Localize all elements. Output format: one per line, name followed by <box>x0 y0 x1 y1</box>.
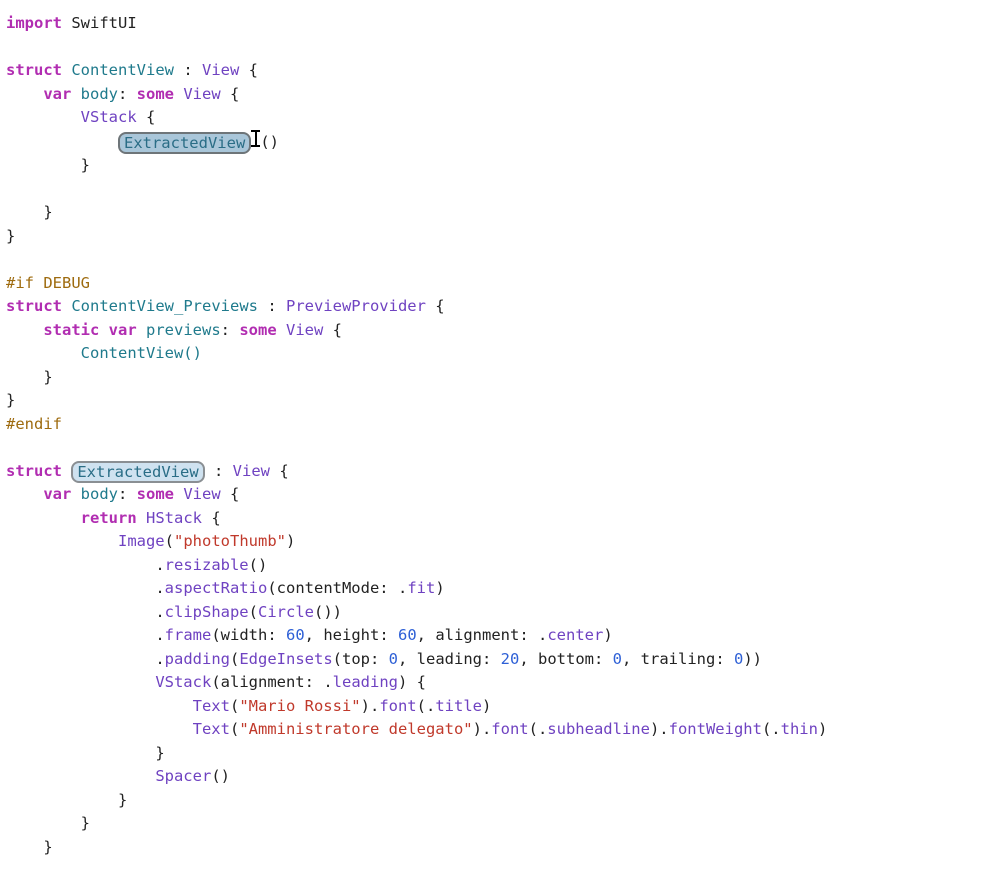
keyword-static: static <box>43 321 99 339</box>
type-spacer: Spacer <box>155 767 211 785</box>
enum-leading: leading <box>333 673 398 691</box>
directive-if-debug: #if DEBUG <box>6 274 90 292</box>
directive-endif: #endif <box>6 415 62 433</box>
placeholder-extractedview-decl[interactable]: ExtractedView <box>71 461 204 483</box>
type-image: Image <box>118 532 165 550</box>
prop-body: body <box>81 485 118 503</box>
keyword-var: var <box>109 321 137 339</box>
type-contentview: ContentView <box>71 61 174 79</box>
type-vstack: VStack <box>81 108 137 126</box>
type-view: View <box>183 85 220 103</box>
enum-thin: thin <box>781 720 818 738</box>
number-0: 0 <box>734 650 743 668</box>
enum-title: title <box>435 697 482 715</box>
keyword-var: var <box>43 85 71 103</box>
string-phototumb: "photoThumb" <box>174 532 286 550</box>
prop-body: body <box>81 85 118 103</box>
prop-previews: previews <box>146 321 221 339</box>
module-swiftui: SwiftUI <box>71 14 136 32</box>
method-clipshape: clipShape <box>165 603 249 621</box>
string-mario: "Mario Rossi" <box>239 697 360 715</box>
type-previews: ContentView_Previews <box>71 297 258 315</box>
method-fontweight: fontWeight <box>669 720 762 738</box>
type-view: View <box>202 61 239 79</box>
keyword-struct: struct <box>6 462 62 480</box>
code-editor[interactable]: import SwiftUI struct ContentView : View… <box>0 0 1000 859</box>
method-padding: padding <box>165 650 230 668</box>
keyword-some: some <box>137 85 174 103</box>
keyword-struct: struct <box>6 297 62 315</box>
type-view: View <box>286 321 323 339</box>
type-hstack: HStack <box>146 509 202 527</box>
keyword-import: import <box>6 14 62 32</box>
number-0: 0 <box>389 650 398 668</box>
enum-fit: fit <box>407 579 435 597</box>
type-vstack: VStack <box>155 673 211 691</box>
method-resizable: resizable <box>165 556 249 574</box>
method-aspectratio: aspectRatio <box>165 579 268 597</box>
keyword-struct: struct <box>6 61 62 79</box>
enum-subheadline: subheadline <box>547 720 650 738</box>
method-font: font <box>491 720 528 738</box>
method-frame: frame <box>165 626 212 644</box>
number-60: 60 <box>398 626 417 644</box>
text-cursor-icon <box>251 130 260 147</box>
number-60: 60 <box>286 626 305 644</box>
type-view: View <box>183 485 220 503</box>
keyword-var: var <box>43 485 71 503</box>
enum-center: center <box>547 626 603 644</box>
type-edgeinsets: EdgeInsets <box>239 650 332 668</box>
contentview-call: ContentView() <box>81 344 202 362</box>
number-0: 0 <box>613 650 622 668</box>
keyword-some: some <box>137 485 174 503</box>
number-20: 20 <box>501 650 520 668</box>
keyword-some: some <box>239 321 276 339</box>
type-text: Text <box>193 720 230 738</box>
type-text: Text <box>193 697 230 715</box>
placeholder-extractedview-call[interactable]: ExtractedView <box>118 132 251 154</box>
type-circle: Circle <box>258 603 314 621</box>
string-amm: "Amministratore delegato" <box>239 720 472 738</box>
type-view: View <box>233 462 270 480</box>
type-previewprovider: PreviewProvider <box>286 297 426 315</box>
keyword-return: return <box>81 509 137 527</box>
method-font: font <box>379 697 416 715</box>
